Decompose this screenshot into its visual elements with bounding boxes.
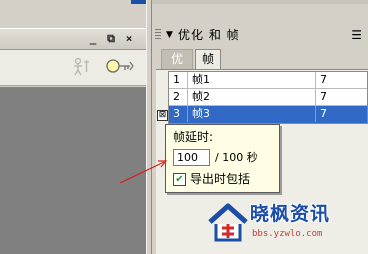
include-on-export-label[interactable]: 导出时包括: [190, 172, 250, 187]
frame-delay-input[interactable]: [173, 149, 210, 166]
frame-skip-toggle-icon[interactable]: ⊠: [157, 110, 168, 121]
frame-index: 2: [173, 90, 180, 103]
table-row-selected[interactable]: 3 帧3 7: [169, 106, 367, 123]
annotation-arrow-icon: [118, 156, 170, 189]
tab-frames[interactable]: 帧: [195, 49, 221, 69]
panel-title: 优化 和 帧: [178, 28, 240, 42]
frame-delay[interactable]: 7: [315, 72, 368, 88]
puppet-icon[interactable]: [70, 57, 92, 80]
panel-menu-icon[interactable]: ☰: [351, 28, 362, 42]
frame-delay[interactable]: 7: [315, 106, 368, 122]
document-toolbar: [0, 50, 146, 86]
grip-icon[interactable]: [155, 29, 161, 41]
top-strip: [0, 0, 152, 21]
document-titlebar: _ ⧉ ×: [0, 28, 146, 50]
collapse-arrow-icon[interactable]: ▼: [166, 28, 173, 42]
frame-index: 3: [173, 107, 180, 120]
watermark-url: bbs.yzwlo.com: [252, 229, 323, 239]
frame-delay-unit: / 100 秒: [215, 151, 258, 164]
magnifier-icon[interactable]: [104, 57, 134, 80]
document-window: _ ⧉ ×: [0, 28, 146, 254]
panel-top-edge: [152, 0, 368, 4]
restore-button[interactable]: ⧉: [105, 32, 117, 46]
panel-titlebar[interactable]: ▼ 优化 和 帧 ☰: [152, 25, 368, 45]
watermark-title: 晓枫资讯: [250, 203, 331, 225]
minimize-button[interactable]: _: [87, 32, 99, 46]
house-logo-icon: [208, 202, 248, 245]
frames-table: 1 帧1 7 2 帧2 7 3 帧3 7: [168, 71, 368, 124]
table-row[interactable]: 2 帧2 7: [169, 89, 367, 106]
frame-name: 帧1: [187, 72, 315, 88]
frame-delay[interactable]: 7: [315, 89, 368, 105]
watermark: 晓枫资讯 bbs.yzwlo.com: [204, 196, 368, 254]
close-button[interactable]: ×: [123, 32, 135, 46]
table-row[interactable]: 1 帧1 7: [169, 72, 367, 89]
frame-name: 帧3: [187, 106, 315, 122]
frame-index: 1: [173, 73, 180, 86]
frame-name: 帧2: [187, 89, 315, 105]
tab-optimize[interactable]: 优化: [161, 49, 193, 85]
frame-delay-popup: 帧延时: / 100 秒 ✔ 导出时包括: [165, 124, 280, 193]
include-on-export-checkbox[interactable]: ✔: [173, 173, 186, 186]
frame-delay-label: 帧延时:: [173, 130, 214, 144]
